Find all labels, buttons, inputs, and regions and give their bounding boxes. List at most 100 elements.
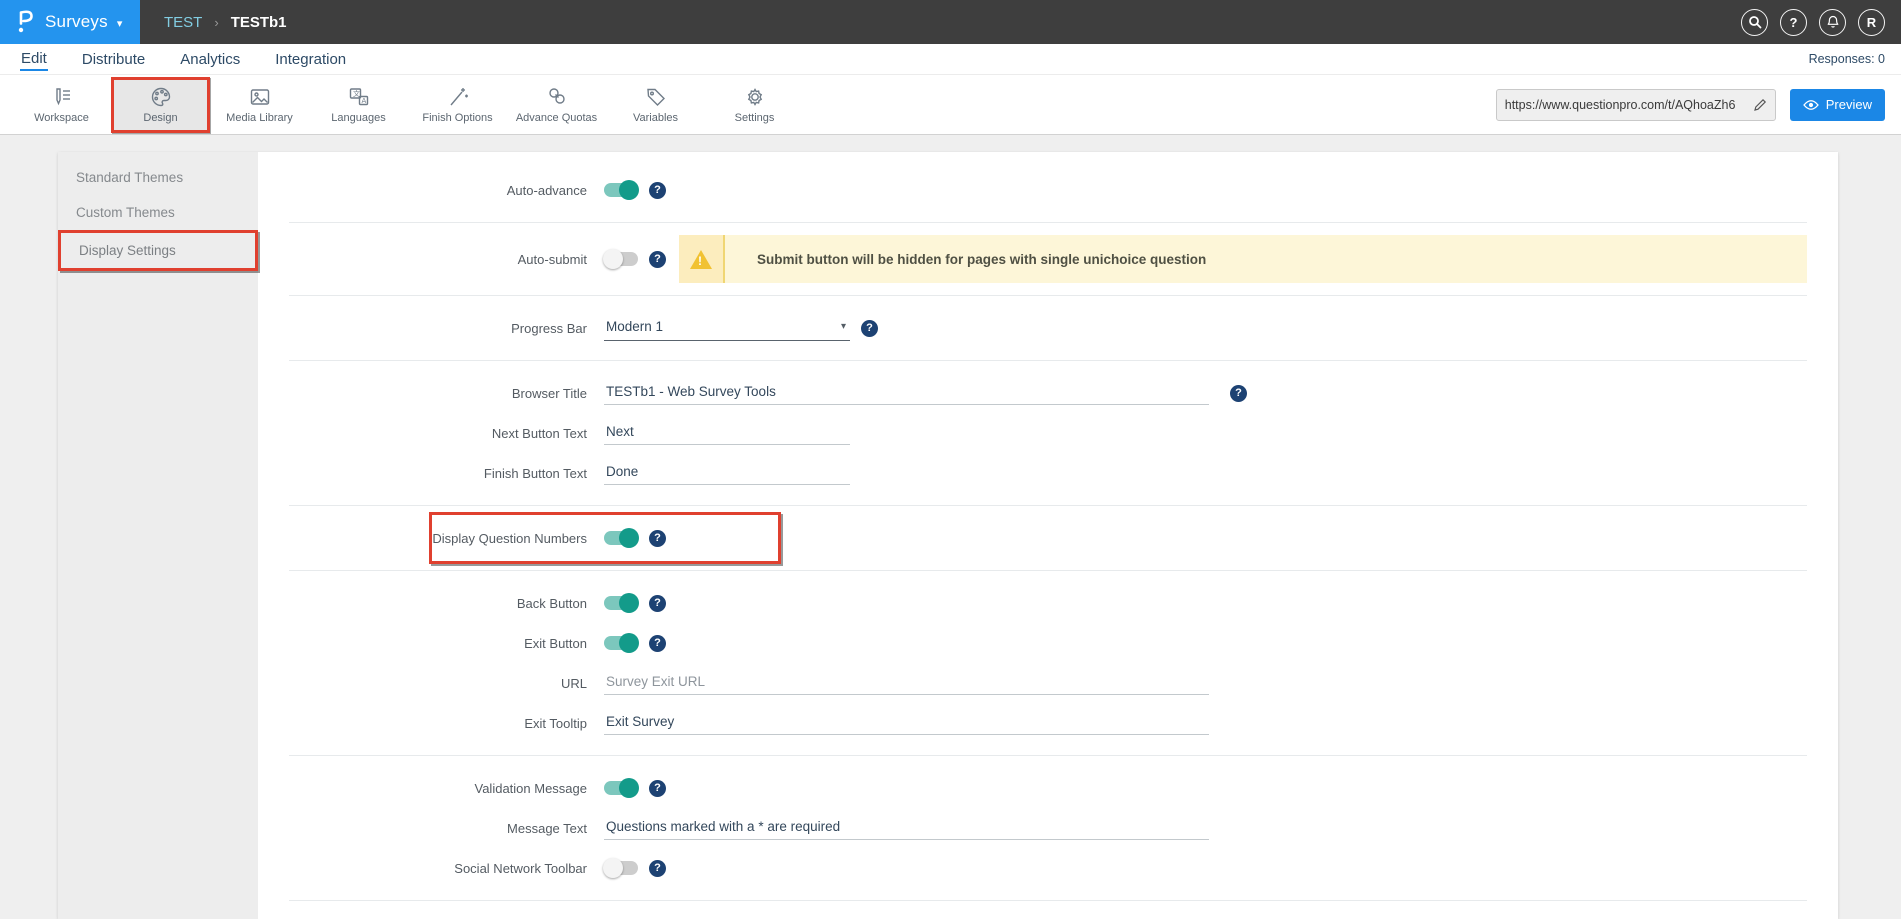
toolbar-item-label: Workspace <box>34 112 89 124</box>
browser-title-label: Browser Title <box>289 386 604 401</box>
exit-button-help-icon[interactable]: ? <box>649 635 666 652</box>
toolbar-item-design[interactable]: Design <box>111 77 210 133</box>
validation-message-label: Validation Message <box>289 781 604 796</box>
languages-icon: 文 A <box>347 85 371 109</box>
exit-button-toggle[interactable] <box>604 636 638 650</box>
section-titles: Browser Title ? Next Button Text Finish … <box>289 361 1807 506</box>
sub-nav: Edit Distribute Analytics Integration Re… <box>0 44 1901 75</box>
surveys-menu[interactable]: Surveys ▾ <box>0 0 140 44</box>
responses-count: Responses: 0 <box>1809 52 1885 66</box>
exit-url-input[interactable] <box>604 671 1209 695</box>
section-navigation-buttons: Back Button ? Exit Button ? URL Exit Too… <box>289 571 1807 756</box>
validation-message-toggle[interactable] <box>604 781 638 795</box>
auto-submit-toggle[interactable] <box>604 252 638 266</box>
help-button[interactable]: ? <box>1780 9 1807 36</box>
sidebar-item-display-settings[interactable]: Display Settings <box>58 230 258 271</box>
exit-url-label: URL <box>289 676 604 691</box>
survey-url-box <box>1496 89 1776 121</box>
search-icon <box>1748 15 1762 29</box>
content-area: Standard Themes Custom Themes Display Se… <box>0 135 1901 919</box>
avatar[interactable]: R <box>1858 9 1885 36</box>
progress-bar-select[interactable]: Modern 1 ▾ <box>604 316 850 341</box>
back-button-help-icon[interactable]: ? <box>649 595 666 612</box>
notifications-button[interactable] <box>1819 9 1846 36</box>
next-button-text-input[interactable] <box>604 421 850 445</box>
breadcrumb-separator-icon: › <box>214 15 218 30</box>
finish-button-text-input[interactable] <box>604 461 850 485</box>
chevron-down-icon: ▾ <box>841 321 846 332</box>
warning-icon-cell <box>679 235 725 283</box>
edit-pencil-icon[interactable] <box>1753 98 1767 112</box>
toolbar-item-settings[interactable]: Settings <box>705 77 804 133</box>
social-network-toolbar-help-icon[interactable]: ? <box>649 860 666 877</box>
breadcrumb-current: TESTb1 <box>231 14 287 31</box>
back-button-toggle[interactable] <box>604 596 638 610</box>
design-toolbar: Workspace Design Media Library 文 A Langu… <box>0 75 1901 135</box>
toolbar-item-variables[interactable]: Variables <box>606 77 705 133</box>
exit-button-label: Exit Button <box>289 636 604 651</box>
toolbar-item-label: Design <box>143 112 177 124</box>
media-library-icon <box>248 85 272 109</box>
magic-wand-icon <box>446 85 470 109</box>
tab-integration[interactable]: Integration <box>274 48 347 70</box>
auto-advance-help-icon[interactable]: ? <box>649 182 666 199</box>
toolbar-item-label: Media Library <box>226 112 293 124</box>
design-palette-icon <box>149 85 173 109</box>
browser-title-help-icon[interactable]: ? <box>1230 385 1247 402</box>
avatar-initial: R <box>1867 15 1876 30</box>
eye-icon <box>1803 99 1819 111</box>
bell-icon <box>1826 15 1840 29</box>
display-question-numbers-toggle[interactable] <box>604 531 638 545</box>
toolbar-item-media-library[interactable]: Media Library <box>210 77 309 133</box>
back-button-label: Back Button <box>289 596 604 611</box>
social-network-toolbar-label: Social Network Toolbar <box>289 861 604 876</box>
display-question-numbers-label: Display Question Numbers <box>289 531 604 546</box>
auto-submit-help-icon[interactable]: ? <box>649 251 666 268</box>
preview-button[interactable]: Preview <box>1790 89 1885 121</box>
toolbar-item-finish-options[interactable]: Finish Options <box>408 77 507 133</box>
toolbar-item-advance-quotas[interactable]: Advance Quotas <box>507 77 606 133</box>
tag-icon <box>644 85 668 109</box>
auto-submit-label: Auto-submit <box>289 252 604 267</box>
toolbar-item-workspace[interactable]: Workspace <box>12 77 111 133</box>
display-settings-form: Auto-advance ? Auto-submit ? Submit butt… <box>258 152 1838 919</box>
exit-tooltip-input[interactable] <box>604 711 1209 735</box>
warning-text: Submit button will be hidden for pages w… <box>725 235 1206 283</box>
svg-text:A: A <box>361 97 366 105</box>
tab-edit[interactable]: Edit <box>20 47 48 71</box>
questionpro-logo <box>14 9 36 35</box>
auto-advance-label: Auto-advance <box>289 183 604 198</box>
search-button[interactable] <box>1741 9 1768 36</box>
toolbar-right: Preview <box>1496 89 1885 121</box>
tab-analytics[interactable]: Analytics <box>179 48 241 70</box>
gear-icon <box>743 85 767 109</box>
warning-triangle-icon <box>690 250 712 269</box>
toolbar-item-languages[interactable]: 文 A Languages <box>309 77 408 133</box>
top-bar: Surveys ▾ TEST › TESTb1 ? R <box>0 0 1901 44</box>
progress-bar-value: Modern 1 <box>606 319 663 334</box>
progress-bar-help-icon[interactable]: ? <box>861 320 878 337</box>
browser-title-input[interactable] <box>604 381 1209 405</box>
brand-label: Surveys <box>45 12 108 32</box>
question-icon: ? <box>1790 15 1798 30</box>
message-text-input[interactable] <box>604 816 1209 840</box>
sidebar-item-custom-themes[interactable]: Custom Themes <box>58 195 258 230</box>
preview-label: Preview <box>1826 97 1872 112</box>
display-question-numbers-help-icon[interactable]: ? <box>649 530 666 547</box>
breadcrumb-parent[interactable]: TEST <box>164 14 202 31</box>
progress-bar-label: Progress Bar <box>289 321 604 336</box>
section-validation: Validation Message ? Message Text Social… <box>289 756 1807 901</box>
next-button-text-label: Next Button Text <box>289 426 604 441</box>
survey-url-input[interactable] <box>1505 98 1747 112</box>
section-auto-submit: Auto-submit ? Submit button will be hidd… <box>289 223 1807 296</box>
topbar-actions: ? R <box>1741 0 1901 44</box>
auto-advance-toggle[interactable] <box>604 183 638 197</box>
chain-links-icon <box>545 85 569 109</box>
validation-message-help-icon[interactable]: ? <box>649 780 666 797</box>
section-save: Save <box>289 901 1807 919</box>
toolbar-item-label: Variables <box>633 112 678 124</box>
chevron-down-icon: ▾ <box>117 17 123 30</box>
social-network-toolbar-toggle[interactable] <box>604 861 638 875</box>
tab-distribute[interactable]: Distribute <box>81 48 146 70</box>
sidebar-item-standard-themes[interactable]: Standard Themes <box>58 160 258 195</box>
